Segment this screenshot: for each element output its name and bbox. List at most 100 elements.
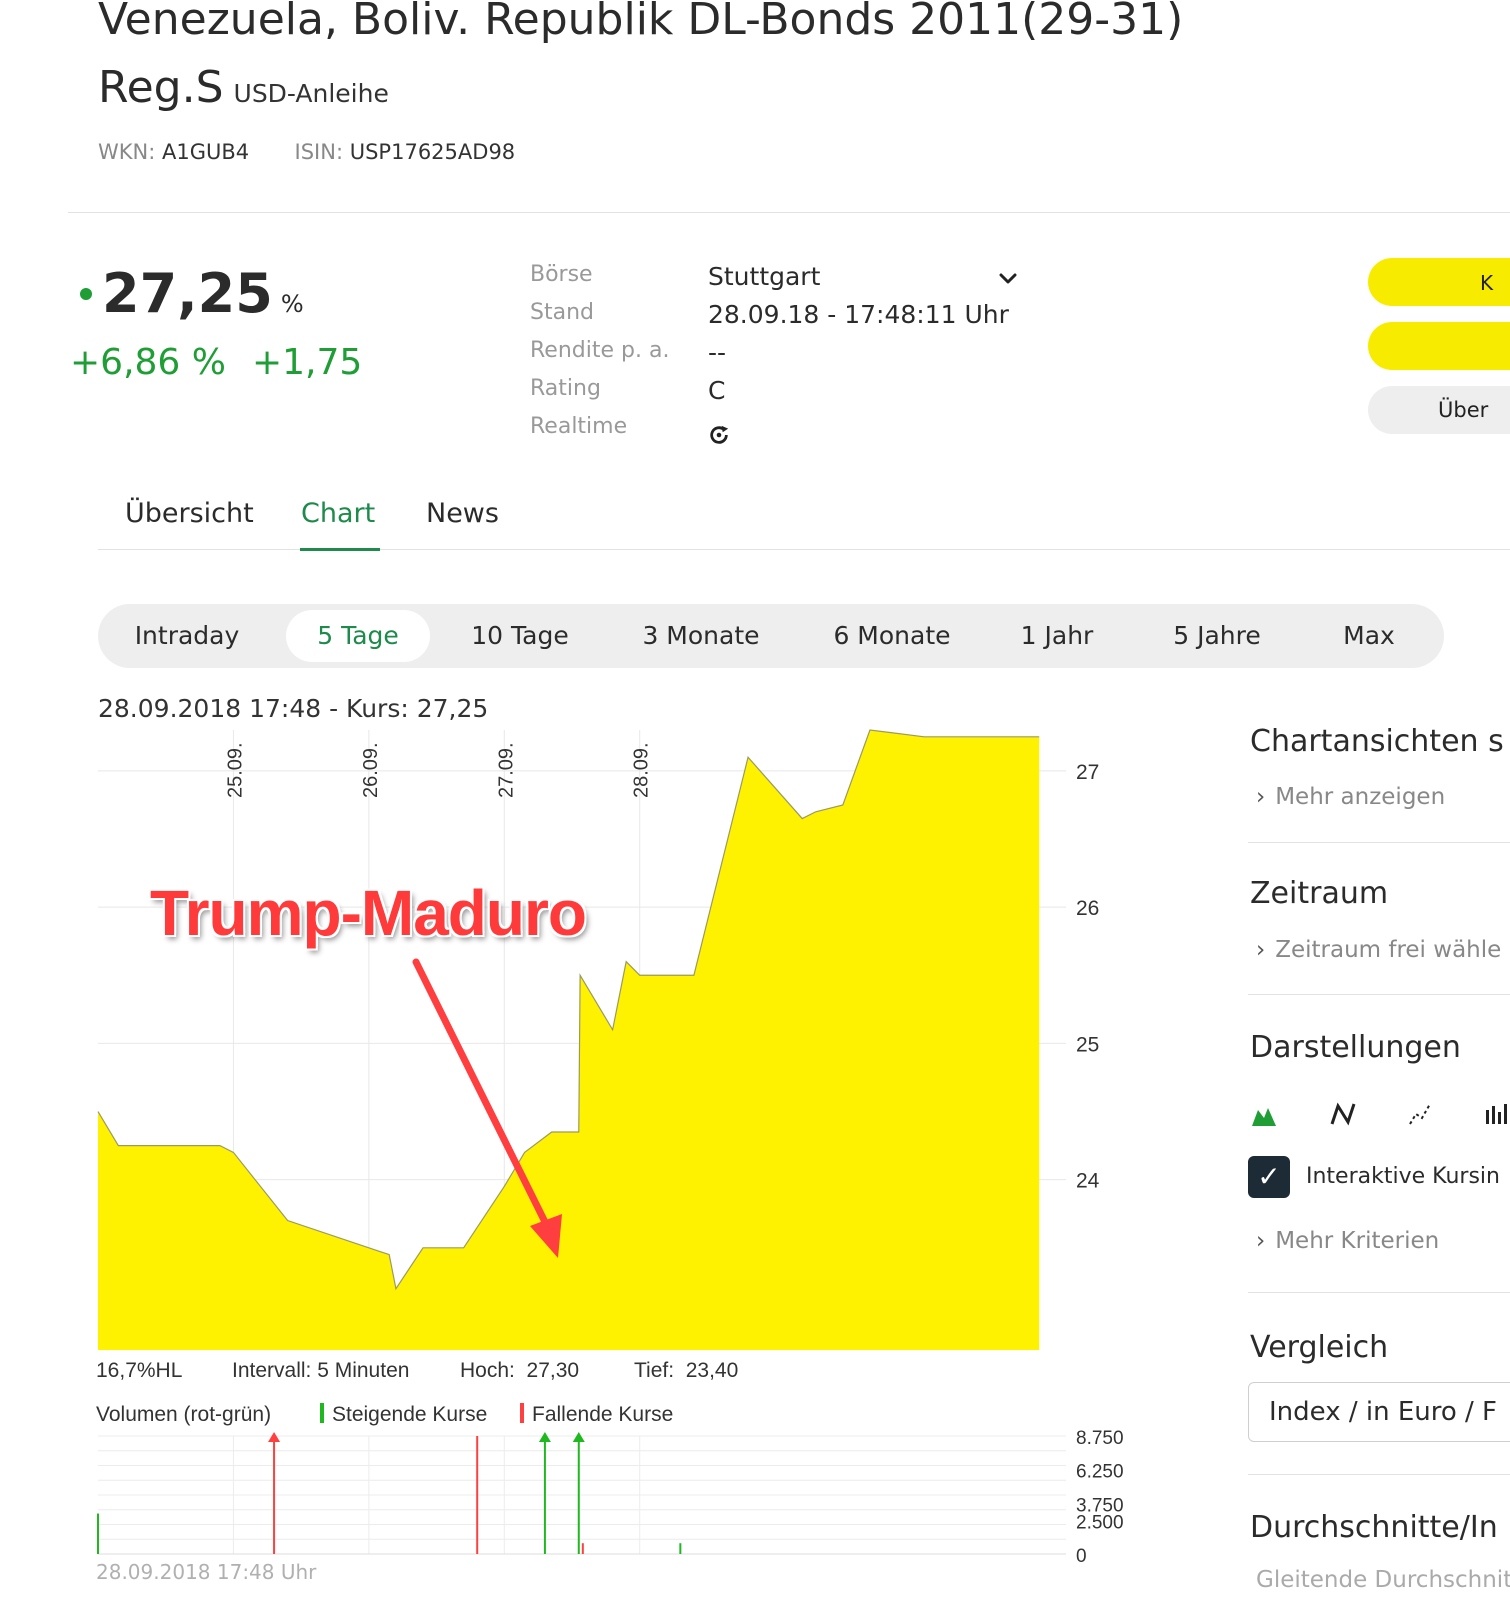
info-label: Börse [530, 262, 593, 287]
price-value: 27,25 [102, 262, 273, 325]
tab-chart[interactable]: Chart [301, 498, 375, 529]
active-tab-indicator [300, 548, 380, 551]
more-button-label: Über [1438, 398, 1489, 422]
candlestick-chart-icon[interactable] [1484, 1100, 1510, 1128]
ohlc-chart-icon[interactable] [1406, 1100, 1436, 1128]
exchange-select[interactable]: Stuttgart [708, 262, 820, 291]
comparison-select[interactable]: Index / in Euro / F [1248, 1382, 1510, 1442]
range-max[interactable]: Max [1324, 604, 1414, 668]
wkn-value: A1GUB4 [162, 140, 250, 164]
low-stat: Tief: 23,40 [634, 1359, 738, 1383]
range-3-monate[interactable]: 3 Monate [622, 604, 780, 668]
low-value: 23,40 [685, 1359, 739, 1382]
y-tick-label: 26 [1076, 897, 1099, 920]
annotation-arrow [412, 958, 552, 1232]
legend-falling-label: Fallende Kurse [532, 1403, 674, 1426]
checkmark-icon: ✓ [1257, 1160, 1281, 1193]
low-label: Tief: [634, 1359, 675, 1382]
volume-y-tick-label: 0 [1076, 1546, 1087, 1567]
isin-value: USP17625AD98 [349, 140, 516, 164]
info-label: Realtime [530, 414, 628, 439]
price-unit: % [280, 290, 304, 318]
volume-y-tick-label: 6.250 [1076, 1462, 1124, 1483]
annotation-arrowhead [530, 1214, 562, 1258]
high-stat: Hoch: 27,30 [460, 1359, 579, 1383]
chevron-down-icon[interactable] [998, 272, 1018, 286]
link-label: Zeitraum frei wähle [1275, 937, 1502, 963]
range-5-jahre[interactable]: 5 Jahre [1152, 604, 1282, 668]
range-intraday[interactable]: Intraday [112, 604, 262, 668]
price-line [97, 729, 1040, 1291]
legend-falling: Fallende Kurse [520, 1403, 673, 1427]
buy-button[interactable]: K [1368, 258, 1510, 306]
volume-bar-cap [268, 1432, 281, 1442]
volume-bar-cap [538, 1432, 551, 1442]
timerange-selector: Intraday 5 Tage 10 Tage 3 Monate 6 Monat… [98, 604, 1444, 668]
sidebar-zeitraum-link[interactable]: › Zeitraum frei wähle [1256, 937, 1501, 963]
bond-type: USD-Anleihe [233, 79, 389, 108]
interval-stat: Intervall: 5 Minuten [232, 1359, 410, 1382]
sidebar-vergleich-heading: Vergleich [1250, 1330, 1389, 1365]
sidebar-mehr-anzeigen-link[interactable]: › Mehr anzeigen [1256, 784, 1445, 810]
interactive-checkbox[interactable]: ✓ [1248, 1156, 1290, 1198]
info-label: Rating [530, 376, 601, 401]
y-tick-label: 27 [1076, 761, 1099, 784]
x-tick-label: 27.09. [495, 742, 517, 798]
chevron-right-icon: › [1256, 1228, 1266, 1254]
identifiers: WKN: A1GUB4 ISIN: USP17625AD98 [98, 140, 515, 164]
title-line1: Venezuela, Boliv. Republik DL-Bonds 2011… [98, 0, 1184, 45]
sidebar-darstellungen-heading: Darstellungen [1250, 1030, 1461, 1065]
info-value: -- [708, 338, 727, 367]
range-1-jahr[interactable]: 1 Jahr [1002, 604, 1112, 668]
sidebar-mehr-kriterien-link[interactable]: › Mehr Kriterien [1256, 1228, 1439, 1254]
wkn-label: WKN: [98, 140, 156, 164]
hl-stat: 16,7%HL [96, 1359, 183, 1382]
annotation-label: Trump-Maduro [150, 877, 587, 949]
range-5-tage[interactable]: 5 Tage [286, 610, 430, 662]
tab-uebersicht[interactable]: Übersicht [125, 498, 254, 529]
sidebar-divider [1248, 1474, 1510, 1475]
line-chart-icon[interactable] [1328, 1100, 1358, 1128]
x-tick-label: 25.09. [224, 742, 246, 798]
tab-news[interactable]: News [426, 498, 499, 529]
legend-swatch [520, 1403, 524, 1424]
y-tick-label: 24 [1076, 1170, 1100, 1193]
high-label: Hoch: [460, 1359, 515, 1382]
sidebar-gleitende-link[interactable]: Gleitende Durchschnit [1256, 1567, 1510, 1593]
high-value: 27,30 [526, 1359, 580, 1382]
range-6-monate[interactable]: 6 Monate [812, 604, 972, 668]
volume-y-tick-label: 3.750 [1076, 1495, 1124, 1516]
legend-swatch [320, 1403, 324, 1424]
price-changes: +6,86 % +1,75 [70, 342, 362, 383]
sell-button[interactable] [1368, 322, 1510, 370]
sidebar-divider [1248, 842, 1510, 843]
price-chart: 25.09. 26.09. 27.09. 28.09. 24 25 26 27 [97, 729, 1100, 1350]
page-title: Venezuela, Boliv. Republik DL-Bonds 2011… [98, 0, 1183, 128]
area-chart-icon[interactable] [1250, 1100, 1280, 1128]
realtime-icon [710, 425, 729, 444]
volume-chart: 8.750 6.250 3.7502.500 0 [97, 1428, 1124, 1567]
title-line2: Reg.S [98, 62, 224, 113]
change-percent: +6,86 % [70, 342, 226, 383]
link-label: Mehr anzeigen [1275, 784, 1446, 810]
change-absolute: +1,75 [251, 342, 363, 383]
link-label: Mehr Kriterien [1275, 1228, 1440, 1254]
chart-timestamp: 28.09.2018 17:48 Uhr [96, 1560, 317, 1584]
info-value: C [708, 376, 726, 405]
buy-button-label: K [1480, 271, 1494, 295]
volume-bar-cap [572, 1432, 585, 1442]
divider [68, 212, 1510, 213]
range-10-tage[interactable]: 10 Tage [448, 604, 592, 668]
sidebar-divider [1248, 994, 1510, 995]
info-value: 28.09.18 - 17:48:11 Uhr [708, 300, 1009, 329]
price-display: 27,25% [80, 262, 304, 325]
interactive-checkbox-label: Interaktive Kursin [1306, 1164, 1500, 1189]
more-button[interactable]: Über [1368, 386, 1510, 434]
live-dot-icon [80, 287, 92, 300]
chevron-right-icon: › [1256, 937, 1266, 963]
price-area [98, 730, 1040, 1350]
x-tick-label: 28.09. [631, 742, 653, 798]
sidebar-durchschnitte-heading: Durchschnitte/In [1250, 1510, 1498, 1545]
sidebar-zeitraum-heading: Zeitraum [1250, 876, 1389, 911]
y-tick-label: 25 [1076, 1033, 1099, 1056]
